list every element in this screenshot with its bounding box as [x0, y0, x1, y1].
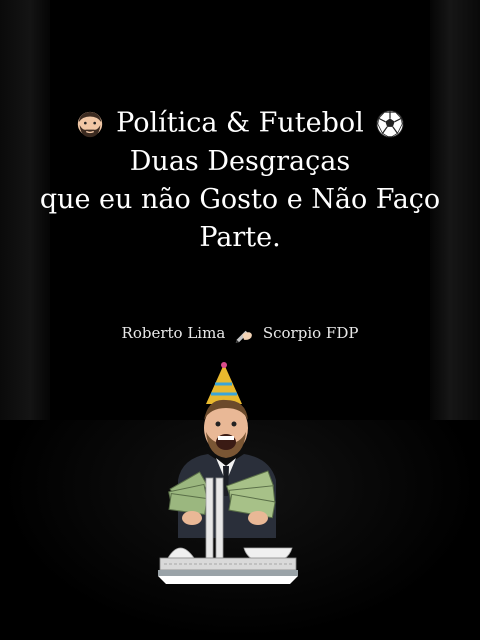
- author-credit: Roberto Lima Scorpio FDP: [0, 322, 480, 344]
- title-line-1: Política & Futebol: [0, 104, 480, 143]
- author-name: Roberto Lima: [121, 324, 226, 342]
- title-politica: Política & Futebol: [116, 107, 364, 139]
- title-line-4: Parte.: [199, 221, 281, 253]
- title-text: Política & Futebol Duas Desgraças que eu…: [0, 104, 480, 257]
- bearded-man-icon: [77, 111, 102, 137]
- soccer-ball-icon: [376, 109, 404, 138]
- title-line-2: Duas Desgraças: [129, 145, 351, 177]
- writing-hand-icon: [235, 330, 252, 343]
- author-handle: Scorpio FDP: [262, 324, 359, 342]
- party-man-with-money-sticker: [158, 362, 298, 584]
- video-frame: Política & Futebol Duas Desgraças que eu…: [0, 0, 480, 640]
- title-line-3: que eu não Gosto e Não Faço: [39, 183, 441, 215]
- money-left: [168, 471, 209, 515]
